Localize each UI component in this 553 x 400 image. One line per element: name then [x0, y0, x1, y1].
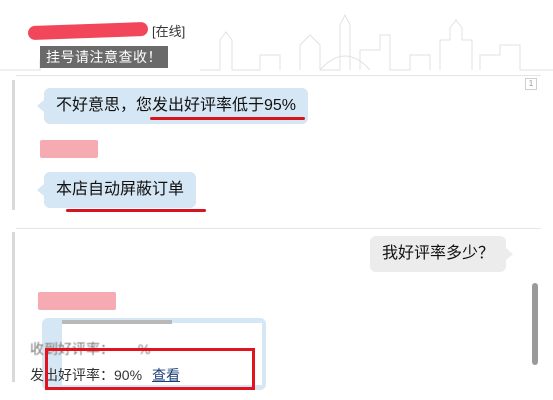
chat-scrollbar[interactable]	[532, 283, 538, 365]
chat-header: [在线] 挂号请注意查收！	[0, 0, 553, 75]
left-edge-bar	[12, 80, 15, 210]
card-clipped-header	[62, 320, 172, 324]
message-bubble-block-order: 本店自动屏蔽订单	[36, 172, 197, 208]
page-indicator: 1	[525, 78, 537, 90]
sender-name-redaction	[40, 140, 98, 158]
red-underline-annotation	[150, 117, 305, 120]
contact-status: [在线]	[152, 24, 186, 39]
message-bubble-my-question: 我好评率多少？	[370, 236, 514, 272]
sender-name-redaction	[38, 292, 116, 310]
red-underline-annotation	[66, 209, 206, 212]
notice-banner: 挂号请注意查收！	[40, 46, 168, 68]
left-edge-bar	[12, 232, 15, 382]
red-highlight-box	[45, 348, 255, 390]
